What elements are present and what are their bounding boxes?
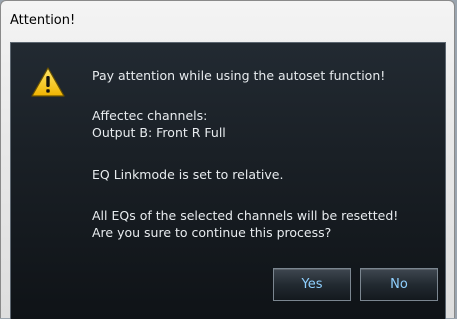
dialog-title: Attention! (10, 13, 76, 28)
attention-dialog: Attention! Pay attention while using the… (0, 0, 455, 319)
yes-button[interactable]: Yes (273, 268, 351, 301)
no-button[interactable]: No (360, 268, 438, 301)
message-warning-line: Pay attention while using the autoset fu… (92, 68, 386, 83)
message-affected-channels-label: Affectec channels: (92, 108, 208, 123)
message-affected-channel: Output B: Front R Full (92, 125, 226, 140)
warning-icon (30, 66, 66, 98)
message-reset-warning: All EQs of the selected channels will be… (92, 208, 399, 223)
message-confirm-question: Are you sure to continue this process? (92, 225, 332, 240)
message-eq-linkmode: EQ Linkmode is set to relative. (92, 167, 284, 182)
dialog-body: Pay attention while using the autoset fu… (10, 42, 446, 319)
dialog-titlebar[interactable]: Attention! (1, 1, 454, 33)
